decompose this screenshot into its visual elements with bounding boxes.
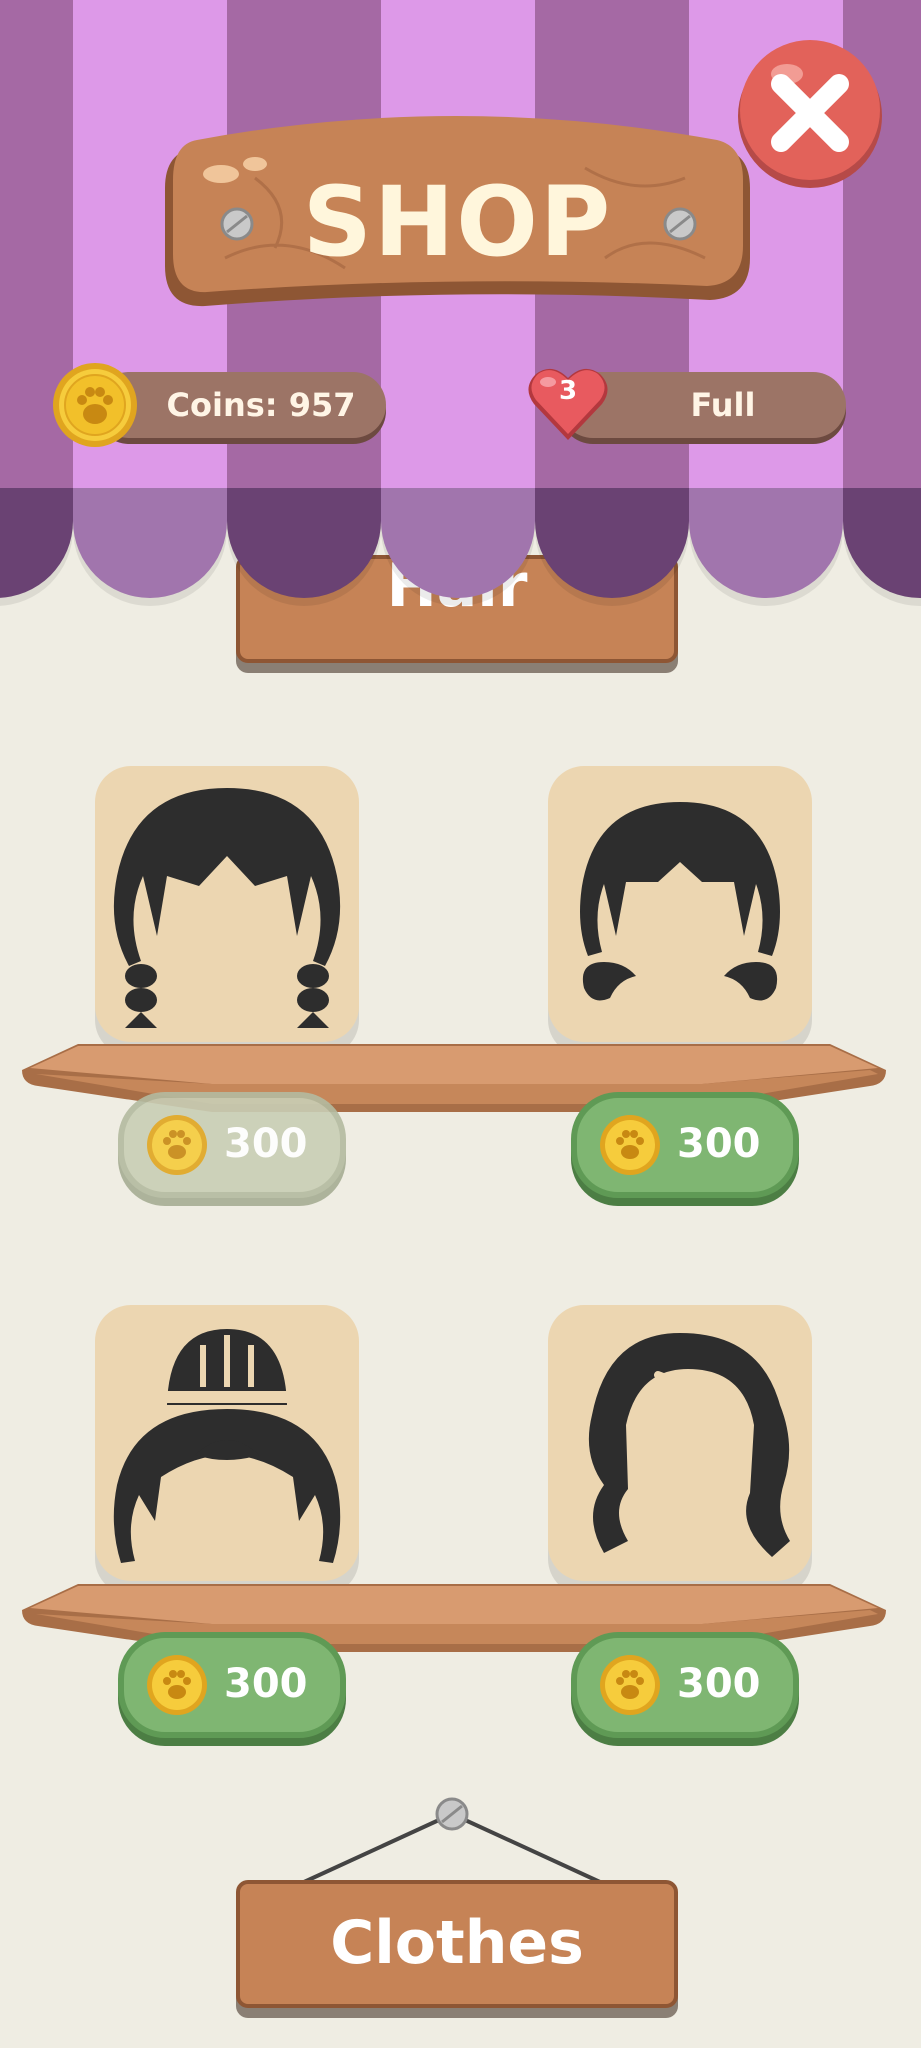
buy-button-braided-pigtails[interactable]: 300 <box>118 1092 346 1198</box>
shop-screen: Hair SHOP Coins: 957 <box>0 0 921 2048</box>
braided-pigtails-hair-icon <box>113 788 341 1028</box>
category-label-clothes: Clothes <box>330 1908 584 1978</box>
coins-label: Coins: 957 <box>166 386 356 424</box>
price-label: 300 <box>677 1121 761 1167</box>
category-board-clothes[interactable]: Clothes <box>236 1880 678 2008</box>
price-label: 300 <box>224 1121 308 1167</box>
long-wavy-hair-icon <box>588 1333 790 1557</box>
close-button[interactable] <box>735 38 885 188</box>
paw-coin-icon <box>147 1655 207 1715</box>
paw-coin-icon <box>600 1115 660 1175</box>
buy-button-short-pigtails[interactable]: 300 <box>571 1092 799 1198</box>
paw-coin-icon <box>53 363 137 447</box>
buy-button-top-bun[interactable]: 300 <box>118 1632 346 1738</box>
item-card-braided-pigtails[interactable] <box>95 766 359 1042</box>
paw-coin-icon <box>147 1115 207 1175</box>
price-label: 300 <box>224 1661 308 1707</box>
coins-display: Coins: 957 <box>96 372 386 438</box>
shop-sign: SHOP <box>165 108 750 318</box>
shop-title: SHOP <box>302 166 613 278</box>
short-pigtails-hair-icon <box>580 802 780 1001</box>
top-bun-hair-icon <box>113 1329 341 1563</box>
lives-status: Full <box>690 386 756 424</box>
lives-count: 3 <box>558 376 578 406</box>
buy-button-long-wavy[interactable]: 300 <box>571 1632 799 1738</box>
item-card-top-bun[interactable] <box>95 1305 359 1581</box>
price-label: 300 <box>677 1661 761 1707</box>
close-icon <box>738 40 882 188</box>
paw-coin-icon <box>600 1655 660 1715</box>
item-card-short-pigtails[interactable] <box>548 766 812 1042</box>
item-card-long-wavy[interactable] <box>548 1305 812 1581</box>
